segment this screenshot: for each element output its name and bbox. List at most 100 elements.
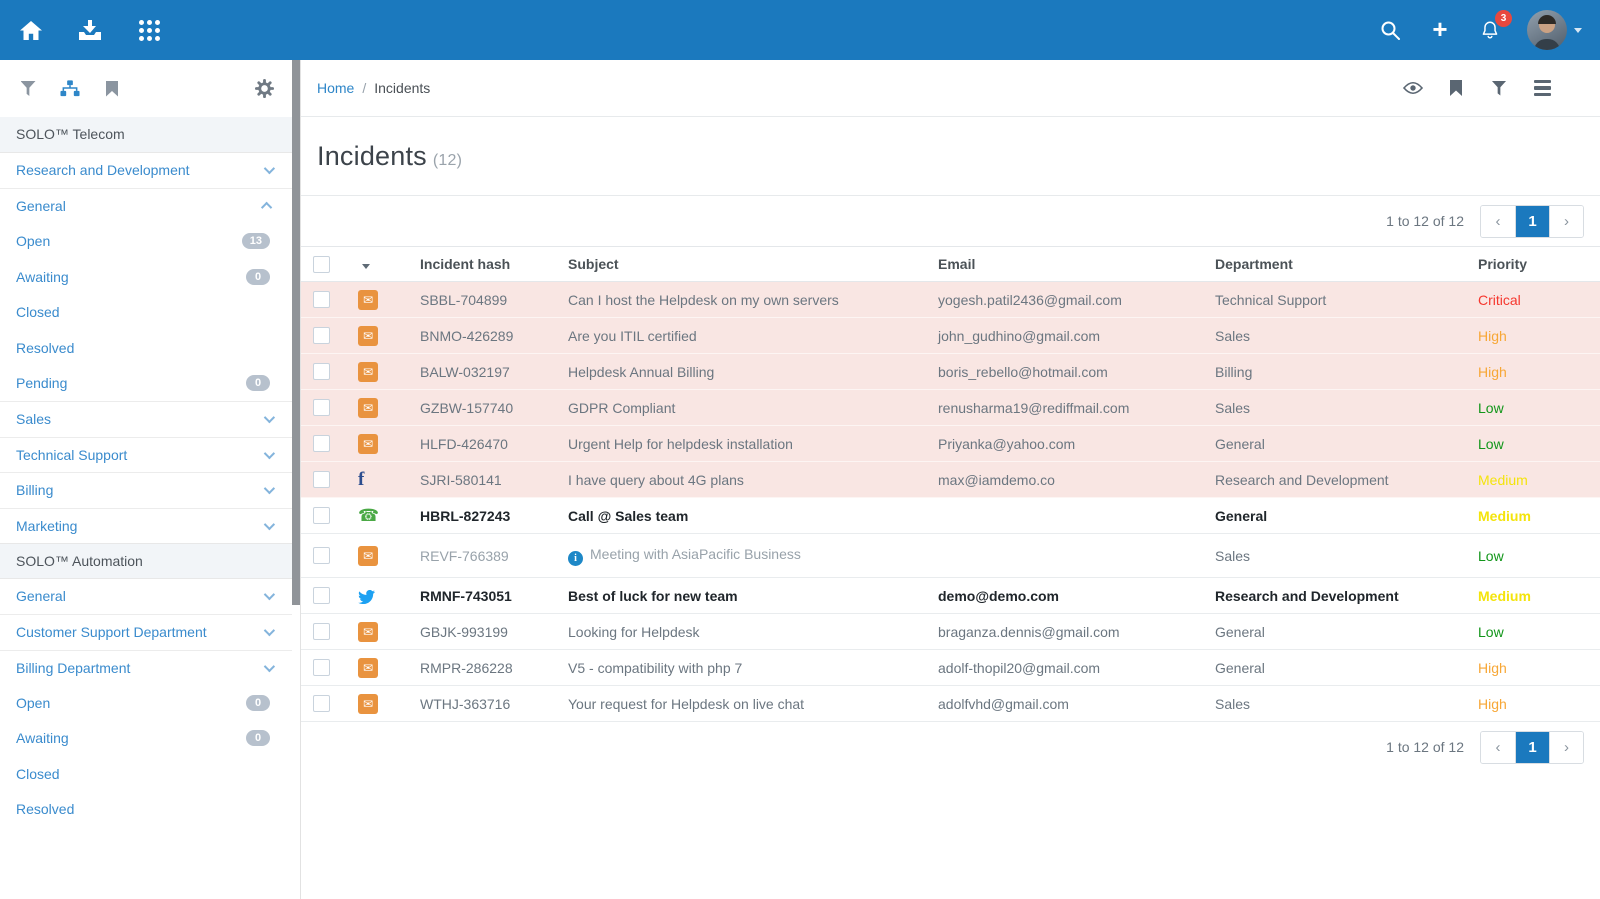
search-icon[interactable] bbox=[1377, 17, 1403, 43]
row-checkbox[interactable] bbox=[313, 695, 330, 712]
sidebar-item-general[interactable]: General bbox=[0, 188, 292, 224]
row-checkbox[interactable] bbox=[313, 435, 330, 452]
incident-row[interactable]: ✉WTHJ-363716Your request for Helpdesk on… bbox=[301, 686, 1600, 722]
row-checkbox[interactable] bbox=[313, 507, 330, 524]
incident-subject[interactable]: Your request for Helpdesk on live chat bbox=[559, 686, 929, 722]
incident-row[interactable]: ✉BALW-032197Helpdesk Annual Billingboris… bbox=[301, 354, 1600, 390]
incident-row[interactable]: ✉REVF-766389iMeeting with AsiaPacific Bu… bbox=[301, 534, 1600, 578]
menu-icon[interactable] bbox=[1532, 78, 1552, 98]
filter-icon[interactable] bbox=[1489, 78, 1509, 98]
select-all-checkbox[interactable] bbox=[313, 256, 330, 273]
row-checkbox[interactable] bbox=[313, 587, 330, 604]
incident-hash[interactable]: RMPR-286228 bbox=[411, 650, 559, 686]
sidebar-item-marketing[interactable]: Marketing bbox=[0, 508, 292, 544]
sidebar-item-label[interactable]: Awaiting bbox=[16, 730, 246, 746]
sidebar-item-customer-support-department[interactable]: Customer Support Department bbox=[0, 614, 292, 650]
pagination-page-button[interactable]: 1 bbox=[1515, 732, 1549, 763]
sitemap-icon[interactable] bbox=[60, 79, 80, 99]
sidebar-item-billing[interactable]: Billing bbox=[0, 472, 292, 508]
sidebar-item-label[interactable]: Resolved bbox=[16, 801, 276, 817]
incident-row[interactable]: ☎HBRL-827243Call @ Sales teamGeneralMedi… bbox=[301, 498, 1600, 534]
sidebar-item-research-and-development[interactable]: Research and Development bbox=[0, 153, 292, 189]
pagination-prev-button[interactable]: ‹ bbox=[1481, 732, 1515, 763]
column-header-email[interactable]: Email bbox=[929, 247, 1206, 282]
sidebar-item-pending[interactable]: Pending0 bbox=[0, 366, 292, 402]
row-checkbox[interactable] bbox=[313, 327, 330, 344]
column-header-subject[interactable]: Subject bbox=[559, 247, 929, 282]
incident-hash[interactable]: BALW-032197 bbox=[411, 354, 559, 390]
sidebar-item-label[interactable]: Awaiting bbox=[16, 269, 246, 285]
incident-hash[interactable]: WTHJ-363716 bbox=[411, 686, 559, 722]
incident-hash[interactable]: SBBL-704899 bbox=[411, 282, 559, 318]
sidebar-item-general[interactable]: General bbox=[0, 579, 292, 615]
incident-hash[interactable]: HBRL-827243 bbox=[411, 498, 559, 534]
incident-subject[interactable]: Call @ Sales team bbox=[559, 498, 929, 534]
row-checkbox[interactable] bbox=[313, 471, 330, 488]
pagination-next-button[interactable]: › bbox=[1549, 206, 1583, 237]
sidebar-item-label[interactable]: Closed bbox=[16, 766, 276, 782]
bookmark-icon[interactable] bbox=[102, 79, 122, 99]
incident-subject[interactable]: Can I host the Helpdesk on my own server… bbox=[559, 282, 929, 318]
incident-hash[interactable]: REVF-766389 bbox=[411, 534, 559, 578]
sidebar-item-resolved[interactable]: Resolved bbox=[0, 792, 292, 828]
incident-row[interactable]: ✉GZBW-157740GDPR Compliantrenusharma19@r… bbox=[301, 390, 1600, 426]
sidebar-item-resolved[interactable]: Resolved bbox=[0, 330, 292, 366]
breadcrumb-home-link[interactable]: Home bbox=[317, 80, 354, 96]
sidebar-item-label[interactable]: Billing bbox=[16, 482, 264, 498]
sidebar-item-billing-department[interactable]: Billing Department bbox=[0, 650, 292, 686]
row-checkbox[interactable] bbox=[313, 547, 330, 564]
sidebar-item-label[interactable]: General bbox=[16, 588, 264, 604]
sidebar-item-label[interactable]: Marketing bbox=[16, 518, 264, 534]
gear-icon[interactable] bbox=[254, 79, 274, 99]
filter-icon[interactable] bbox=[18, 79, 38, 99]
apps-grid-icon[interactable] bbox=[136, 17, 162, 43]
incident-row[interactable]: ✉SBBL-704899Can I host the Helpdesk on m… bbox=[301, 282, 1600, 318]
incident-hash[interactable]: HLFD-426470 bbox=[411, 426, 559, 462]
row-checkbox[interactable] bbox=[313, 363, 330, 380]
sidebar-item-label[interactable]: Open bbox=[16, 695, 246, 711]
eye-icon[interactable] bbox=[1403, 78, 1423, 98]
incident-hash[interactable]: GBJK-993199 bbox=[411, 614, 559, 650]
pagination-next-button[interactable]: › bbox=[1549, 732, 1583, 763]
sidebar-item-label[interactable]: Customer Support Department bbox=[16, 624, 264, 640]
chevron-down-icon[interactable] bbox=[264, 412, 275, 423]
incident-subject[interactable]: Best of luck for new team bbox=[559, 578, 929, 614]
incident-hash[interactable]: SJRI-580141 bbox=[411, 462, 559, 498]
sidebar-item-label[interactable]: Research and Development bbox=[16, 162, 264, 178]
incident-subject[interactable]: iMeeting with AsiaPacific Business bbox=[559, 534, 929, 578]
user-menu[interactable] bbox=[1527, 10, 1582, 50]
sidebar-item-open[interactable]: Open13 bbox=[0, 224, 292, 260]
incident-row[interactable]: ✉HLFD-426470Urgent Help for helpdesk ins… bbox=[301, 426, 1600, 462]
chevron-down-icon[interactable] bbox=[264, 448, 275, 459]
select-dropdown-caret-icon[interactable] bbox=[362, 264, 370, 269]
incident-row[interactable]: ✉GBJK-993199Looking for Helpdeskbraganza… bbox=[301, 614, 1600, 650]
incident-subject[interactable]: I have query about 4G plans bbox=[559, 462, 929, 498]
incident-row[interactable]: ✉RMPR-286228V5 - compatibility with php … bbox=[301, 650, 1600, 686]
sidebar-item-label[interactable]: Technical Support bbox=[16, 447, 264, 463]
incident-subject[interactable]: Are you ITIL certified bbox=[559, 318, 929, 354]
chevron-down-icon[interactable] bbox=[264, 163, 275, 174]
notifications-bell-icon[interactable]: 3 bbox=[1477, 17, 1503, 43]
chevron-down-icon[interactable] bbox=[264, 625, 275, 636]
incident-subject[interactable]: Helpdesk Annual Billing bbox=[559, 354, 929, 390]
chevron-down-icon[interactable] bbox=[264, 483, 275, 494]
sidebar-item-label[interactable]: Sales bbox=[16, 411, 264, 427]
incident-subject[interactable]: Urgent Help for helpdesk installation bbox=[559, 426, 929, 462]
sidebar-item-awaiting[interactable]: Awaiting0 bbox=[0, 721, 292, 757]
sidebar-item-closed[interactable]: Closed bbox=[0, 756, 292, 792]
row-checkbox[interactable] bbox=[313, 399, 330, 416]
chevron-down-icon[interactable] bbox=[264, 519, 275, 530]
sidebar-item-awaiting[interactable]: Awaiting0 bbox=[0, 259, 292, 295]
incident-hash[interactable]: BNMO-426289 bbox=[411, 318, 559, 354]
incident-hash[interactable]: GZBW-157740 bbox=[411, 390, 559, 426]
inbox-download-icon[interactable] bbox=[77, 17, 103, 43]
chevron-down-icon[interactable] bbox=[264, 589, 275, 600]
incident-hash[interactable]: RMNF-743051 bbox=[411, 578, 559, 614]
row-checkbox[interactable] bbox=[313, 659, 330, 676]
sidebar-item-label[interactable]: Closed bbox=[16, 304, 276, 320]
sidebar-item-label[interactable]: General bbox=[16, 198, 264, 214]
add-icon[interactable]: + bbox=[1427, 17, 1453, 43]
sidebar-item-sales[interactable]: Sales bbox=[0, 401, 292, 437]
incident-subject[interactable]: V5 - compatibility with php 7 bbox=[559, 650, 929, 686]
incident-row[interactable]: RMNF-743051Best of luck for new teamdemo… bbox=[301, 578, 1600, 614]
